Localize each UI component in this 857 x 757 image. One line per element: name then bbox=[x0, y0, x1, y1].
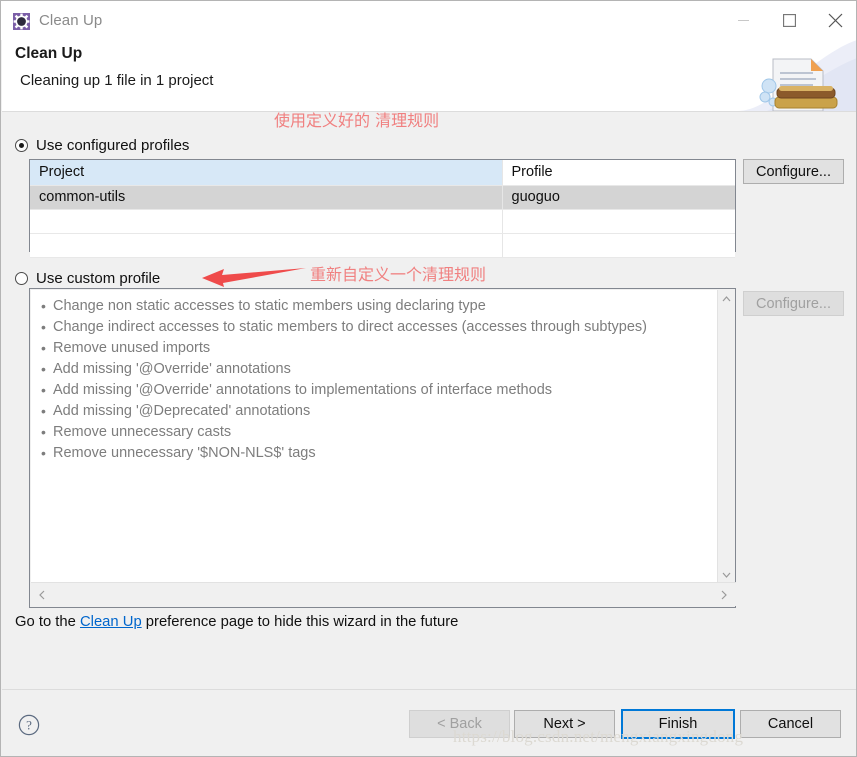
close-icon[interactable] bbox=[812, 1, 856, 40]
list-item: Add missing '@Deprecated' annotations bbox=[31, 401, 719, 422]
window-title: Clean Up bbox=[39, 12, 103, 29]
scroll-left-icon[interactable] bbox=[33, 586, 50, 603]
list-item: Change non static accesses to static mem… bbox=[31, 296, 719, 317]
list-item: Change indirect accesses to static membe… bbox=[31, 317, 719, 338]
list-item: Remove unnecessary '$NON-NLS$' tags bbox=[31, 443, 719, 464]
minimize-icon[interactable] bbox=[720, 1, 766, 40]
radio-label-custom: Use custom profile bbox=[36, 270, 161, 287]
column-header-profile[interactable]: Profile bbox=[501, 160, 735, 186]
horizontal-scrollbar[interactable] bbox=[31, 582, 736, 606]
preference-page-note: Go to the Clean Up preference page to hi… bbox=[15, 614, 458, 630]
cell-profile bbox=[501, 233, 735, 258]
list-item: Remove unnecessary casts bbox=[31, 422, 719, 443]
configure-profiles-button[interactable]: Configure... bbox=[743, 159, 844, 184]
help-icon[interactable]: ? bbox=[18, 714, 40, 736]
vertical-scrollbar[interactable] bbox=[717, 290, 734, 583]
scroll-up-icon[interactable] bbox=[718, 290, 735, 307]
title-bar: Clean Up bbox=[1, 1, 856, 40]
page-subtitle: Cleaning up 1 file in 1 project bbox=[20, 72, 214, 89]
scroll-right-icon[interactable] bbox=[715, 586, 732, 603]
list-item: Add missing '@Override' annotations to i… bbox=[31, 380, 719, 401]
maximize-icon[interactable] bbox=[766, 1, 812, 40]
next-button[interactable]: Next > bbox=[514, 710, 615, 738]
wizard-body: Use configured profiles 使用定义好的 清理规则 Proj… bbox=[2, 111, 856, 688]
scroll-down-icon[interactable] bbox=[718, 566, 735, 583]
annotation-custom-profile: 重新自定义一个清理规则 bbox=[310, 265, 487, 284]
cell-project bbox=[30, 233, 502, 258]
rules-list: Change non static accesses to static mem… bbox=[31, 290, 719, 464]
configure-custom-profile-button[interactable]: Configure... bbox=[743, 291, 844, 316]
cell-profile: guoguo bbox=[501, 185, 735, 210]
custom-profile-rules-list[interactable]: Change non static accesses to static mem… bbox=[29, 288, 736, 608]
page-title: Clean Up bbox=[15, 45, 83, 62]
radio-indicator-configured[interactable] bbox=[15, 139, 28, 152]
radio-use-configured-profiles[interactable]: Use configured profiles bbox=[15, 137, 189, 154]
table-row[interactable] bbox=[30, 233, 735, 258]
note-prefix: Go to the bbox=[15, 614, 80, 630]
finish-button[interactable]: Finish bbox=[621, 709, 735, 739]
radio-indicator-custom[interactable] bbox=[15, 272, 28, 285]
radio-use-custom-profile[interactable]: Use custom profile bbox=[15, 270, 160, 287]
svg-text:?: ? bbox=[26, 718, 32, 733]
cell-profile bbox=[501, 209, 735, 234]
wizard-header: Clean Up Cleaning up 1 file in 1 project bbox=[2, 40, 856, 112]
table-row[interactable]: common-utils guoguo bbox=[30, 185, 735, 210]
cell-project bbox=[30, 209, 502, 234]
list-item: Add missing '@Override' annotations bbox=[31, 359, 719, 380]
annotation-configured-profiles: 使用定义好的 清理规则 bbox=[274, 111, 440, 130]
list-item: Remove unused imports bbox=[31, 338, 719, 359]
radio-label-configured: Use configured profiles bbox=[36, 137, 190, 154]
cancel-button[interactable]: Cancel bbox=[740, 710, 841, 738]
project-profile-table[interactable]: Project Profile common-utils guoguo bbox=[29, 159, 736, 258]
column-header-project[interactable]: Project bbox=[30, 160, 502, 186]
cell-project: common-utils bbox=[30, 185, 502, 210]
rules-list-viewport: Change non static accesses to static mem… bbox=[31, 290, 719, 583]
table-row[interactable] bbox=[30, 209, 735, 234]
clean-up-dialog: Clean Up Clean Up Cleaning up 1 file in … bbox=[0, 0, 857, 757]
back-button[interactable]: < Back bbox=[409, 710, 510, 738]
clean-up-preference-link[interactable]: Clean Up bbox=[80, 614, 142, 630]
note-suffix: preference page to hide this wizard in t… bbox=[141, 614, 459, 630]
document-brush-icon bbox=[737, 40, 856, 111]
table-header-row: Project Profile bbox=[30, 160, 735, 186]
gear-icon bbox=[13, 12, 30, 30]
